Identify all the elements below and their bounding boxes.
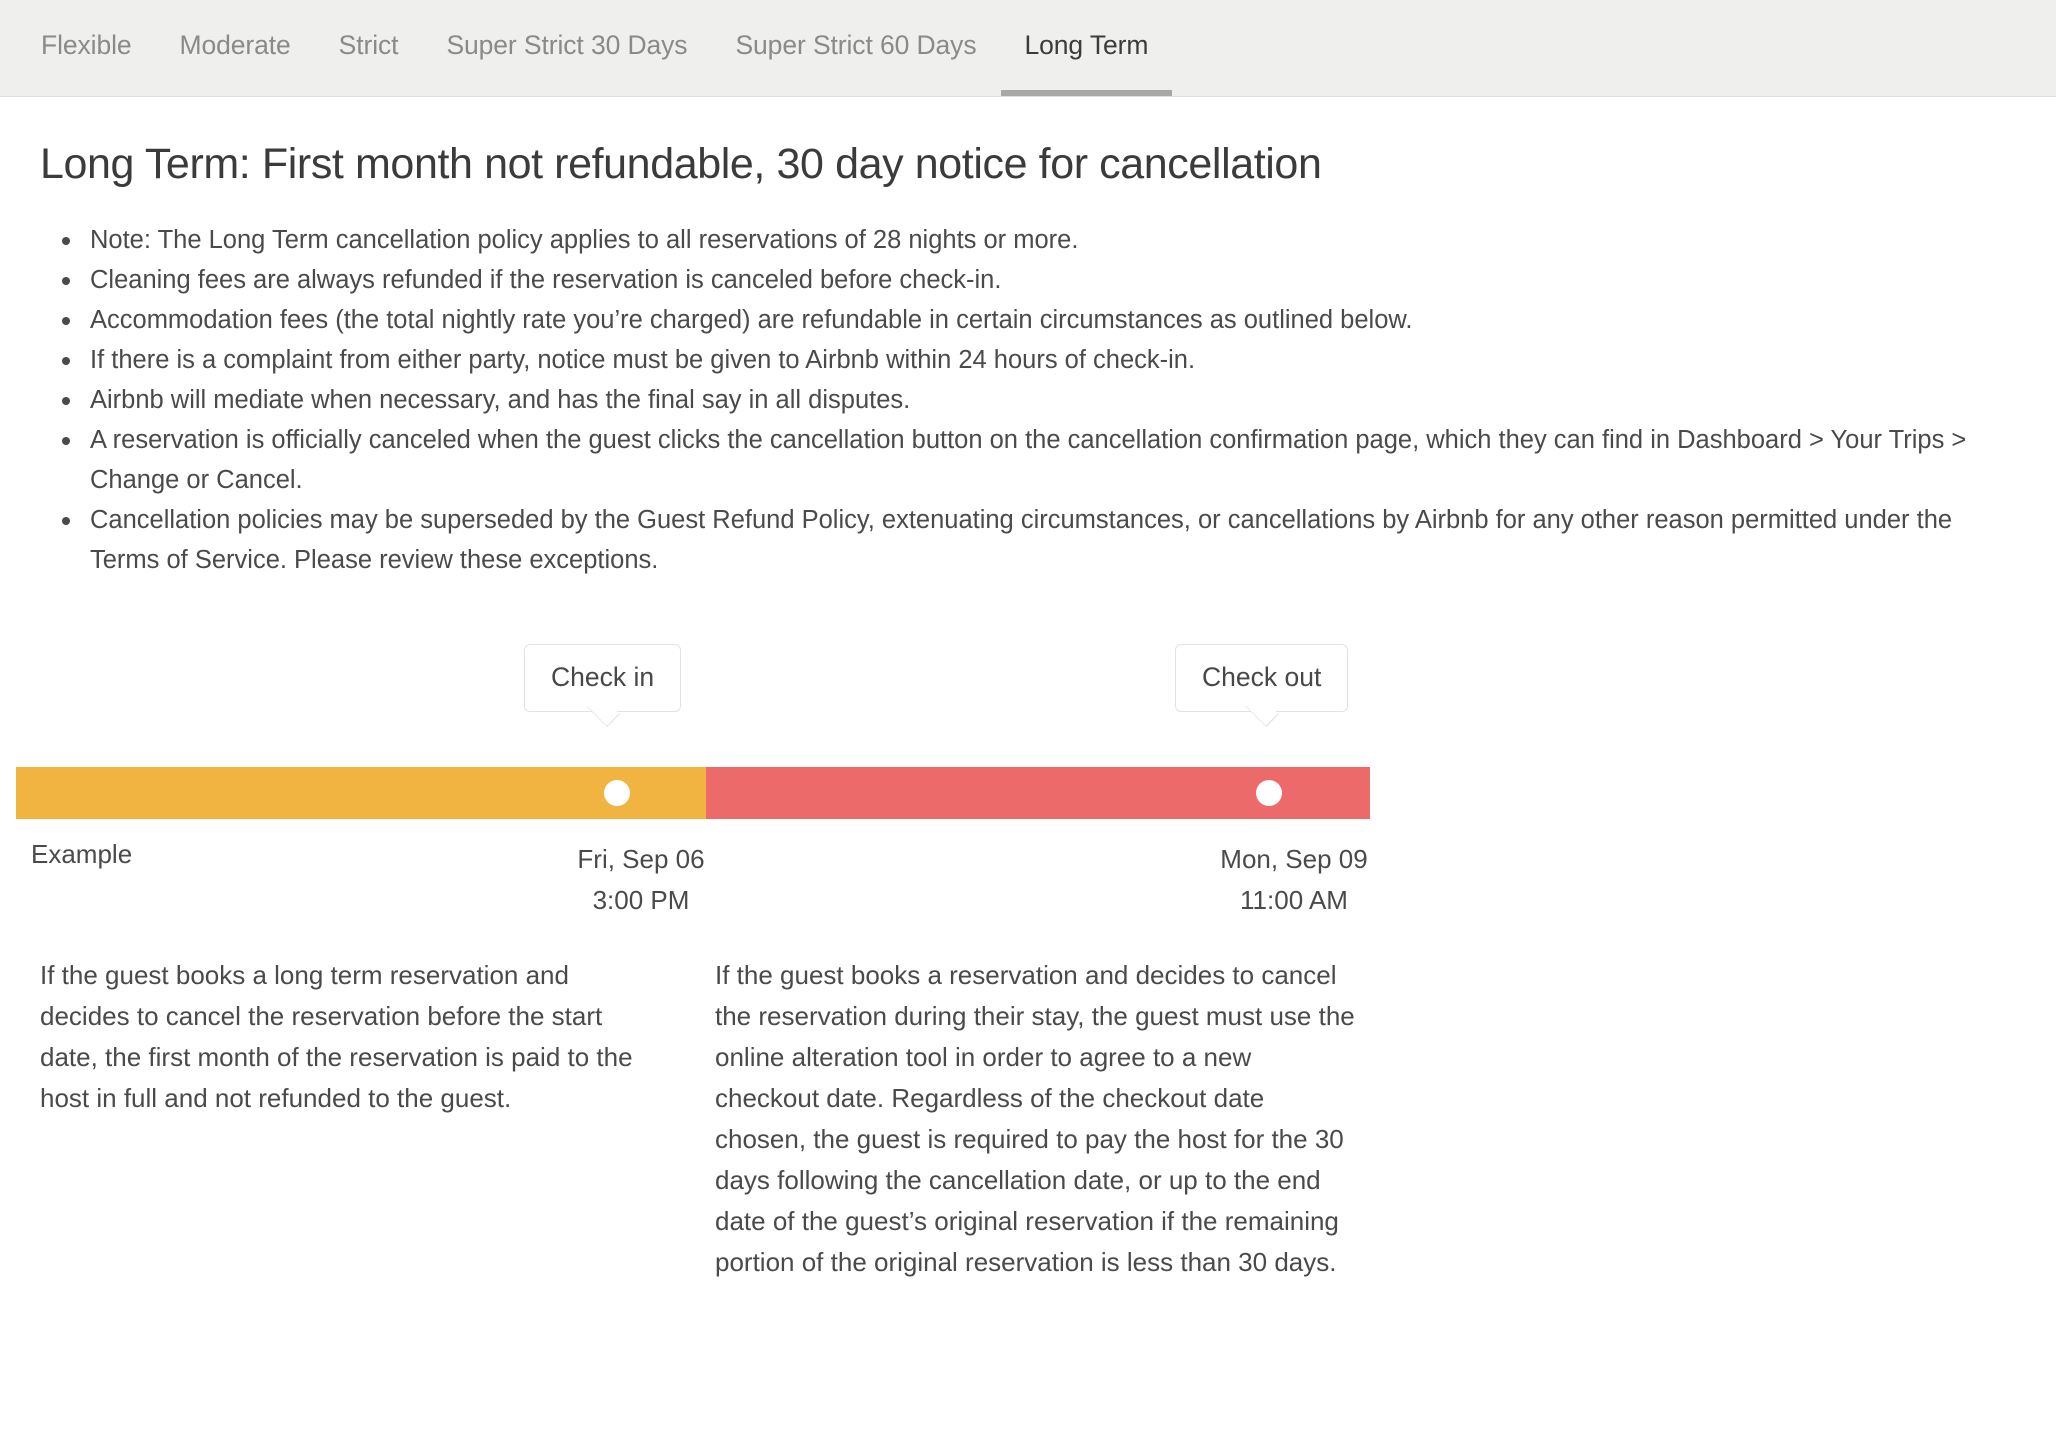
checkin-tooltip-label: Check in <box>551 662 655 693</box>
scenario-columns: If the guest books a long term reservati… <box>40 955 2016 1283</box>
checkout-tooltip: Check out <box>1175 644 1349 713</box>
tab-super-strict-30-days[interactable]: Super Strict 30 Days <box>422 0 711 96</box>
timeline-bar <box>16 767 1370 820</box>
checkout-time: 11:00 AM <box>1240 885 1348 916</box>
cancellation-policy-page: Flexible Moderate Strict Super Strict 30… <box>0 0 2056 1436</box>
list-item: If there is a complaint from either part… <box>62 340 1990 380</box>
list-item: Note: The Long Term cancellation policy … <box>62 220 1990 260</box>
tab-super-strict-60-days[interactable]: Super Strict 60 Days <box>711 0 1000 96</box>
list-item: Accommodation fees (the total nightly ra… <box>62 300 1990 340</box>
checkout-datetime: Mon, Sep 09 11:00 AM <box>1144 839 1444 921</box>
policy-content: Long Term: First month not refundable, 3… <box>0 140 2056 1283</box>
list-item: Cleaning fees are always refunded if the… <box>62 260 1990 300</box>
tab-label: Long Term <box>1024 30 1149 60</box>
tab-moderate[interactable]: Moderate <box>156 0 315 96</box>
checkout-date: Mon, Sep 09 <box>1220 844 1368 875</box>
timeline-segment-stay <box>16 767 706 820</box>
tab-label: Flexible <box>41 30 132 60</box>
checkin-tooltip: Check in <box>524 644 682 713</box>
list-item: A reservation is officially canceled whe… <box>62 420 1990 500</box>
example-label: Example <box>31 839 133 870</box>
checkout-tooltip-label: Check out <box>1202 662 1322 693</box>
tab-label: Moderate <box>179 30 291 60</box>
page-title: Long Term: First month not refundable, 3… <box>40 140 1322 188</box>
tab-long-term[interactable]: Long Term <box>1000 0 1173 96</box>
checkin-date: Fri, Sep 06 <box>577 844 705 875</box>
tab-flexible[interactable]: Flexible <box>30 0 156 96</box>
list-item: Cancellation policies may be superseded … <box>62 500 1990 580</box>
scenario-before-checkin: If the guest books a long term reservati… <box>40 960 633 1114</box>
reservation-timeline: Check in Check out Example Fri, Sep 06 3… <box>16 644 2016 934</box>
scenario-during-stay: If the guest books a reservation and dec… <box>715 960 1355 1278</box>
tab-label: Super Strict 60 Days <box>735 30 977 60</box>
checkin-datetime: Fri, Sep 06 3:00 PM <box>491 839 791 921</box>
tab-strict[interactable]: Strict <box>315 0 423 96</box>
policy-bullet-list: Note: The Long Term cancellation policy … <box>40 220 2016 580</box>
checkin-time: 3:00 PM <box>592 885 690 916</box>
tab-label: Strict <box>338 30 399 60</box>
list-item: Airbnb will mediate when necessary, and … <box>62 380 1990 420</box>
tab-label: Super Strict 30 Days <box>446 30 688 60</box>
policy-tabs: Flexible Moderate Strict Super Strict 30… <box>0 0 2056 97</box>
